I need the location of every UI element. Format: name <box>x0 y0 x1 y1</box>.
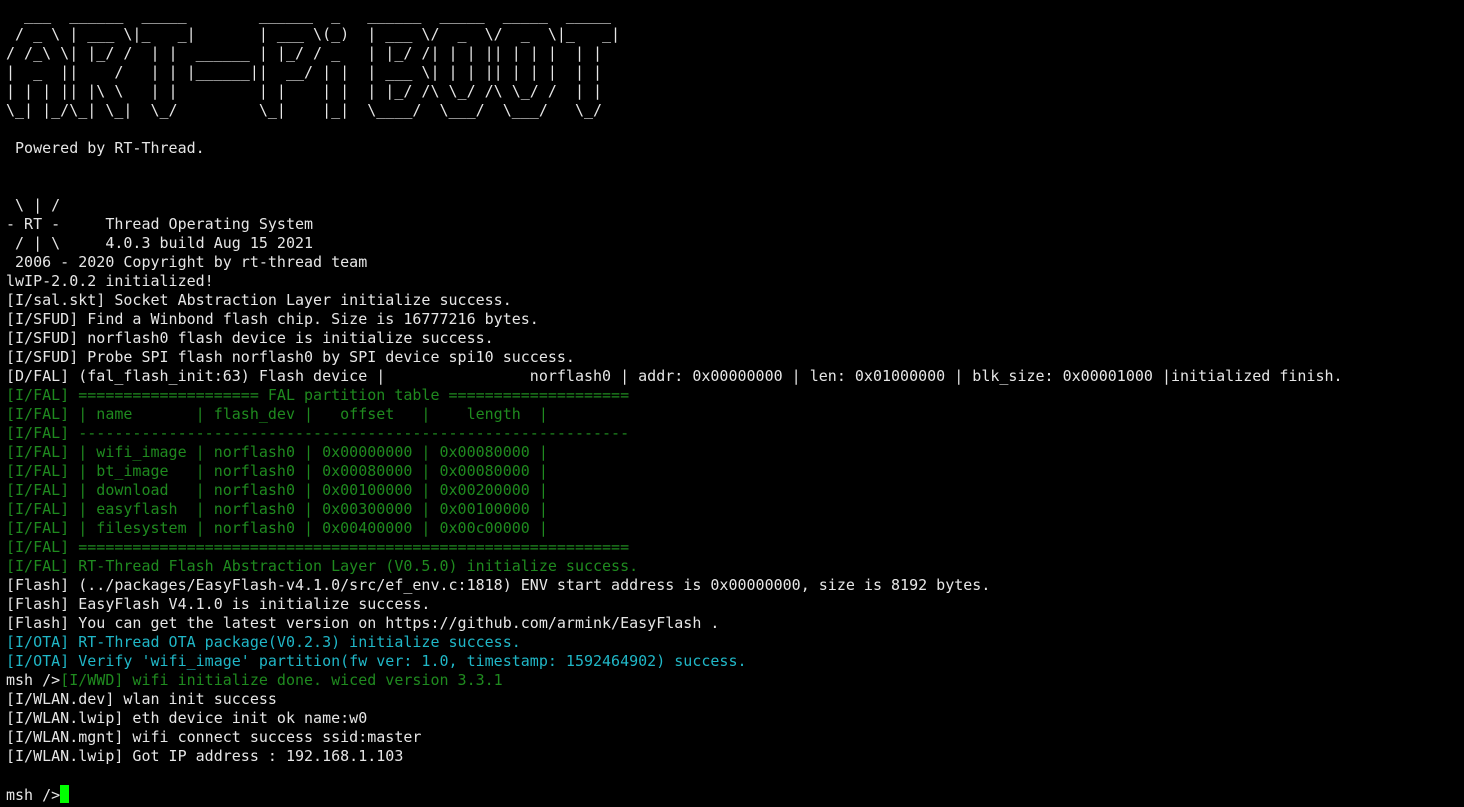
log-line: [I/FAL] ==================== FAL partiti… <box>6 386 630 404</box>
log-line: [I/SFUD] Find a Winbond flash chip. Size… <box>6 310 539 328</box>
banner-line: / /_\ \| |_/ / | | ______ | |_/ / _ | |_… <box>6 44 603 62</box>
wwd-message: [I/WWD] wifi initialize done. wiced vers… <box>60 671 503 689</box>
banner-line: / _ \ | ___ \|_ _| | ___ \(_) | ___ \/ _… <box>6 25 621 43</box>
rt-logo-line: \ | / <box>6 196 61 214</box>
wlan-log-line: [I/WLAN.dev] wlan init success <box>6 690 277 708</box>
wlan-log-line: [I/WLAN.mgnt] wifi connect success ssid:… <box>6 728 422 746</box>
shell-prompt-final: msh /> <box>6 786 61 804</box>
log-line: [I/OTA] RT-Thread OTA package(V0.2.3) in… <box>6 633 521 651</box>
banner-line: \_| |_/\_| \_| \_/ \_| |_| \____/ \___/ … <box>6 101 603 119</box>
log-line: [I/FAL] --------------------------------… <box>6 424 630 442</box>
log-line: [I/SFUD] Probe SPI flash norflash0 by SP… <box>6 348 575 366</box>
log-line: [Flash] (../packages/EasyFlash-v4.1.0/sr… <box>6 576 991 594</box>
rt-logo-line: / | \ 4.0.3 build Aug 15 2021 <box>6 234 314 252</box>
log-line: [I/FAL] | wifi_image | norflash0 | 0x000… <box>6 443 548 461</box>
ascii-banner: ___ ______ _____ ______ _ ______ _____ _… <box>6 6 1464 120</box>
command-line[interactable]: msh /> <box>6 785 1464 804</box>
log-line: [D/FAL] (fal_flash_init:63) Flash device… <box>6 367 1343 385</box>
log-line: [Flash] You can get the latest version o… <box>6 614 720 632</box>
log-line: [I/FAL] RT-Thread Flash Abstraction Laye… <box>6 557 639 575</box>
log-line: [I/SFUD] norflash0 flash device is initi… <box>6 329 494 347</box>
log-line: [I/FAL] | download | norflash0 | 0x00100… <box>6 481 548 499</box>
rt-logo-line: - RT - Thread Operating System <box>6 215 314 233</box>
boot-log: lwIP-2.0.2 initialized! [I/sal.skt] Socke… <box>6 272 1464 671</box>
log-line: [I/FAL] | filesystem | norflash0 | 0x004… <box>6 519 548 537</box>
log-line: [I/OTA] Verify 'wifi_image' partition(fw… <box>6 652 747 670</box>
rt-thread-logo: \ | / - RT - Thread Operating System / | … <box>6 196 1464 272</box>
log-line: [I/sal.skt] Socket Abstraction Layer ini… <box>6 291 512 309</box>
banner-line: ___ ______ _____ ______ _ ______ _____ _… <box>6 6 612 24</box>
log-line: [I/FAL] ================================… <box>6 538 630 556</box>
log-line: lwIP-2.0.2 initialized! <box>6 272 214 290</box>
log-line: [I/FAL] | easyflash | norflash0 | 0x0030… <box>6 500 548 518</box>
shell-prompt: msh /> <box>6 671 61 689</box>
wwd-line: msh />[I/WWD] wifi initialize done. wice… <box>6 671 1464 690</box>
log-line: [I/FAL] | name | flash_dev | offset | le… <box>6 405 548 423</box>
powered-by-text: Powered by RT-Thread. <box>6 139 205 157</box>
banner-line: | | | || |\ \ | | | | | | | |_/ /\ \_/ /… <box>6 82 603 100</box>
wlan-log-line: [I/WLAN.lwip] eth device init ok name:w0 <box>6 709 368 727</box>
wlan-log: [I/WLAN.dev] wlan init success [I/WLAN.lw… <box>6 690 1464 766</box>
log-line: [Flash] EasyFlash V4.1.0 is initialize s… <box>6 595 431 613</box>
log-line: [I/FAL] | bt_image | norflash0 | 0x00080… <box>6 462 548 480</box>
terminal-window[interactable]: ___ ______ _____ ______ _ ______ _____ _… <box>0 0 1464 807</box>
banner-line: | _ || / | | |______|| __/ | | | ___ \| … <box>6 63 603 81</box>
text-cursor <box>60 785 70 803</box>
wlan-log-line: [I/WLAN.lwip] Got IP address : 192.168.1… <box>6 747 404 765</box>
rt-logo-line: 2006 - 2020 Copyright by rt-thread team <box>6 253 368 271</box>
